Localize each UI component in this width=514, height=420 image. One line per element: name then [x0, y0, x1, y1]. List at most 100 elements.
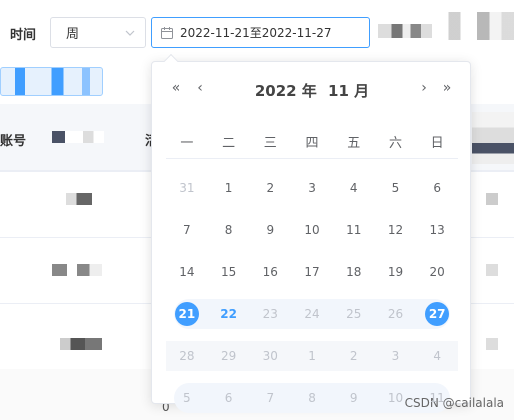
calendar-day[interactable]: 4 [416, 349, 458, 363]
calendar-day-number: 29 [220, 349, 237, 363]
calendar-day-number: 25 [346, 307, 362, 321]
calendar-day-number: 17 [304, 265, 320, 279]
calendar-day[interactable]: 1 [208, 181, 250, 195]
calendar-day[interactable]: 6 [208, 391, 250, 405]
calendar-day[interactable]: 6 [416, 181, 458, 195]
calendar-day[interactable]: 31 [166, 181, 208, 195]
calendar-day-selected[interactable]: 27 [416, 302, 458, 326]
picker-month-label[interactable]: 11 月 [328, 82, 369, 100]
calendar-day-number: 11 [429, 391, 445, 405]
calendar-day[interactable]: 25 [333, 307, 375, 321]
weekday-label: 日 [430, 136, 444, 151]
redacted-cell [52, 264, 102, 276]
calendar-day[interactable]: 9 [333, 391, 375, 405]
table-header-account: 账号 [0, 134, 27, 149]
calendar-day-number: 20 [429, 265, 445, 279]
calendar-day[interactable]: 12 [375, 223, 417, 237]
calendar-icon [161, 26, 173, 39]
calendar-day-number: 10 [387, 391, 404, 405]
calendar-day[interactable]: 5 [375, 181, 417, 195]
calendar-day-number: 2 [266, 181, 275, 195]
calendar-day-number: 7 [183, 223, 191, 237]
calendar-day-number: 5 [183, 391, 191, 405]
weekday-divider [166, 158, 458, 159]
redacted-block [432, 12, 514, 40]
calendar-day[interactable]: 2 [249, 181, 291, 195]
calendar-day[interactable]: 30 [249, 349, 291, 363]
redacted-cell [486, 264, 498, 276]
calendar-day[interactable]: 22 [208, 307, 250, 321]
calendar-day-number: 4 [433, 349, 441, 363]
calendar-day[interactable]: 7 [249, 391, 291, 405]
calendar-week-row: 14 15 16 17 18 19 20 [166, 251, 458, 293]
calendar-day[interactable]: 3 [375, 349, 417, 363]
next-year-button[interactable]: » [439, 80, 455, 96]
calendar-day[interactable]: 24 [291, 307, 333, 321]
calendar-day[interactable]: 10 [375, 391, 417, 405]
redacted-button[interactable] [0, 67, 103, 96]
time-filter-label: 时间 [10, 28, 37, 43]
calendar-day[interactable]: 16 [249, 265, 291, 279]
weekday-label: 二 [222, 136, 236, 151]
calendar-day-number: 16 [262, 265, 278, 279]
calendar-day[interactable]: 9 [249, 223, 291, 237]
period-select[interactable]: 周 [50, 17, 146, 48]
calendar-day-number: 4 [349, 181, 358, 195]
calendar-day-number: 9 [349, 391, 358, 405]
redacted-cell [66, 193, 92, 205]
calendar-day[interactable]: 17 [291, 265, 333, 279]
calendar-day-number: 13 [429, 223, 445, 237]
calendar-day[interactable]: 13 [416, 223, 458, 237]
calendar-day-selected[interactable]: 21 [166, 302, 208, 326]
calendar-day-number: 31 [179, 181, 195, 195]
calendar-day[interactable]: 28 [166, 349, 208, 363]
picker-year-label[interactable]: 2022 年 [255, 82, 317, 100]
calendar-day-number: 3 [308, 181, 316, 195]
redacted-cell [486, 193, 498, 205]
calendar-week-row: 31 1 2 3 4 5 6 [166, 167, 458, 209]
calendar-day[interactable]: 10 [291, 223, 333, 237]
calendar-day[interactable]: 15 [208, 265, 250, 279]
calendar-day[interactable]: 19 [375, 265, 417, 279]
calendar-day-number: 3 [391, 349, 400, 363]
redacted-cell [60, 338, 102, 350]
redacted-header [52, 131, 104, 143]
calendar-day[interactable]: 11 [333, 223, 375, 237]
weekday-label: 五 [347, 136, 361, 151]
calendar-day[interactable]: 29 [208, 349, 250, 363]
calendar-day[interactable]: 3 [291, 181, 333, 195]
calendar-day[interactable]: 20 [416, 265, 458, 279]
calendar-day-number: 7 [266, 391, 275, 405]
calendar-day[interactable]: 7 [166, 223, 208, 237]
next-month-button[interactable]: › [416, 80, 432, 96]
weekday-label: 四 [305, 136, 319, 151]
calendar-day[interactable]: 26 [375, 307, 417, 321]
weekday-label: 一 [180, 136, 194, 151]
calendar-day[interactable]: 5 [166, 391, 208, 405]
calendar-day-number: 9 [266, 223, 275, 237]
calendar-week-row: 7 8 9 10 11 12 13 [166, 209, 458, 251]
calendar-day[interactable]: 1 [291, 349, 333, 363]
calendar-day[interactable]: 11 [416, 391, 458, 405]
calendar-day[interactable]: 8 [208, 223, 250, 237]
weekday-header: 一 二 三 四 五 六 日 [166, 132, 458, 151]
calendar-week-row: 21 22 23 24 25 26 27 [166, 293, 458, 335]
calendar-day-number: 6 [433, 181, 441, 195]
calendar-day[interactable]: 18 [333, 265, 375, 279]
calendar-day-number: 28 [179, 349, 195, 363]
calendar-day[interactable]: 14 [166, 265, 208, 279]
calendar-day[interactable]: 23 [249, 307, 291, 321]
calendar-day[interactable]: 4 [333, 181, 375, 195]
calendar-day-number: 26 [387, 307, 404, 321]
calendar-day[interactable]: 8 [291, 391, 333, 405]
calendar-day[interactable]: 2 [333, 349, 375, 363]
date-range-input[interactable]: 2022-11-21至2022-11-27 [151, 17, 370, 48]
calendar-day-number: 24 [304, 307, 320, 321]
period-select-value: 周 [66, 27, 80, 42]
date-range-text: 2022-11-21至2022-11-27 [180, 26, 332, 40]
calendar-day-number: 1 [224, 181, 233, 195]
calendar-day-number: 6 [224, 391, 233, 405]
calendar-day-number: 23 [262, 307, 278, 321]
calendar-day-number: 8 [308, 391, 316, 405]
date-picker-popup: « ‹ 2022 年 11 月 › » 一 二 三 四 五 六 日 31 1 2 3 4… [151, 53, 471, 413]
